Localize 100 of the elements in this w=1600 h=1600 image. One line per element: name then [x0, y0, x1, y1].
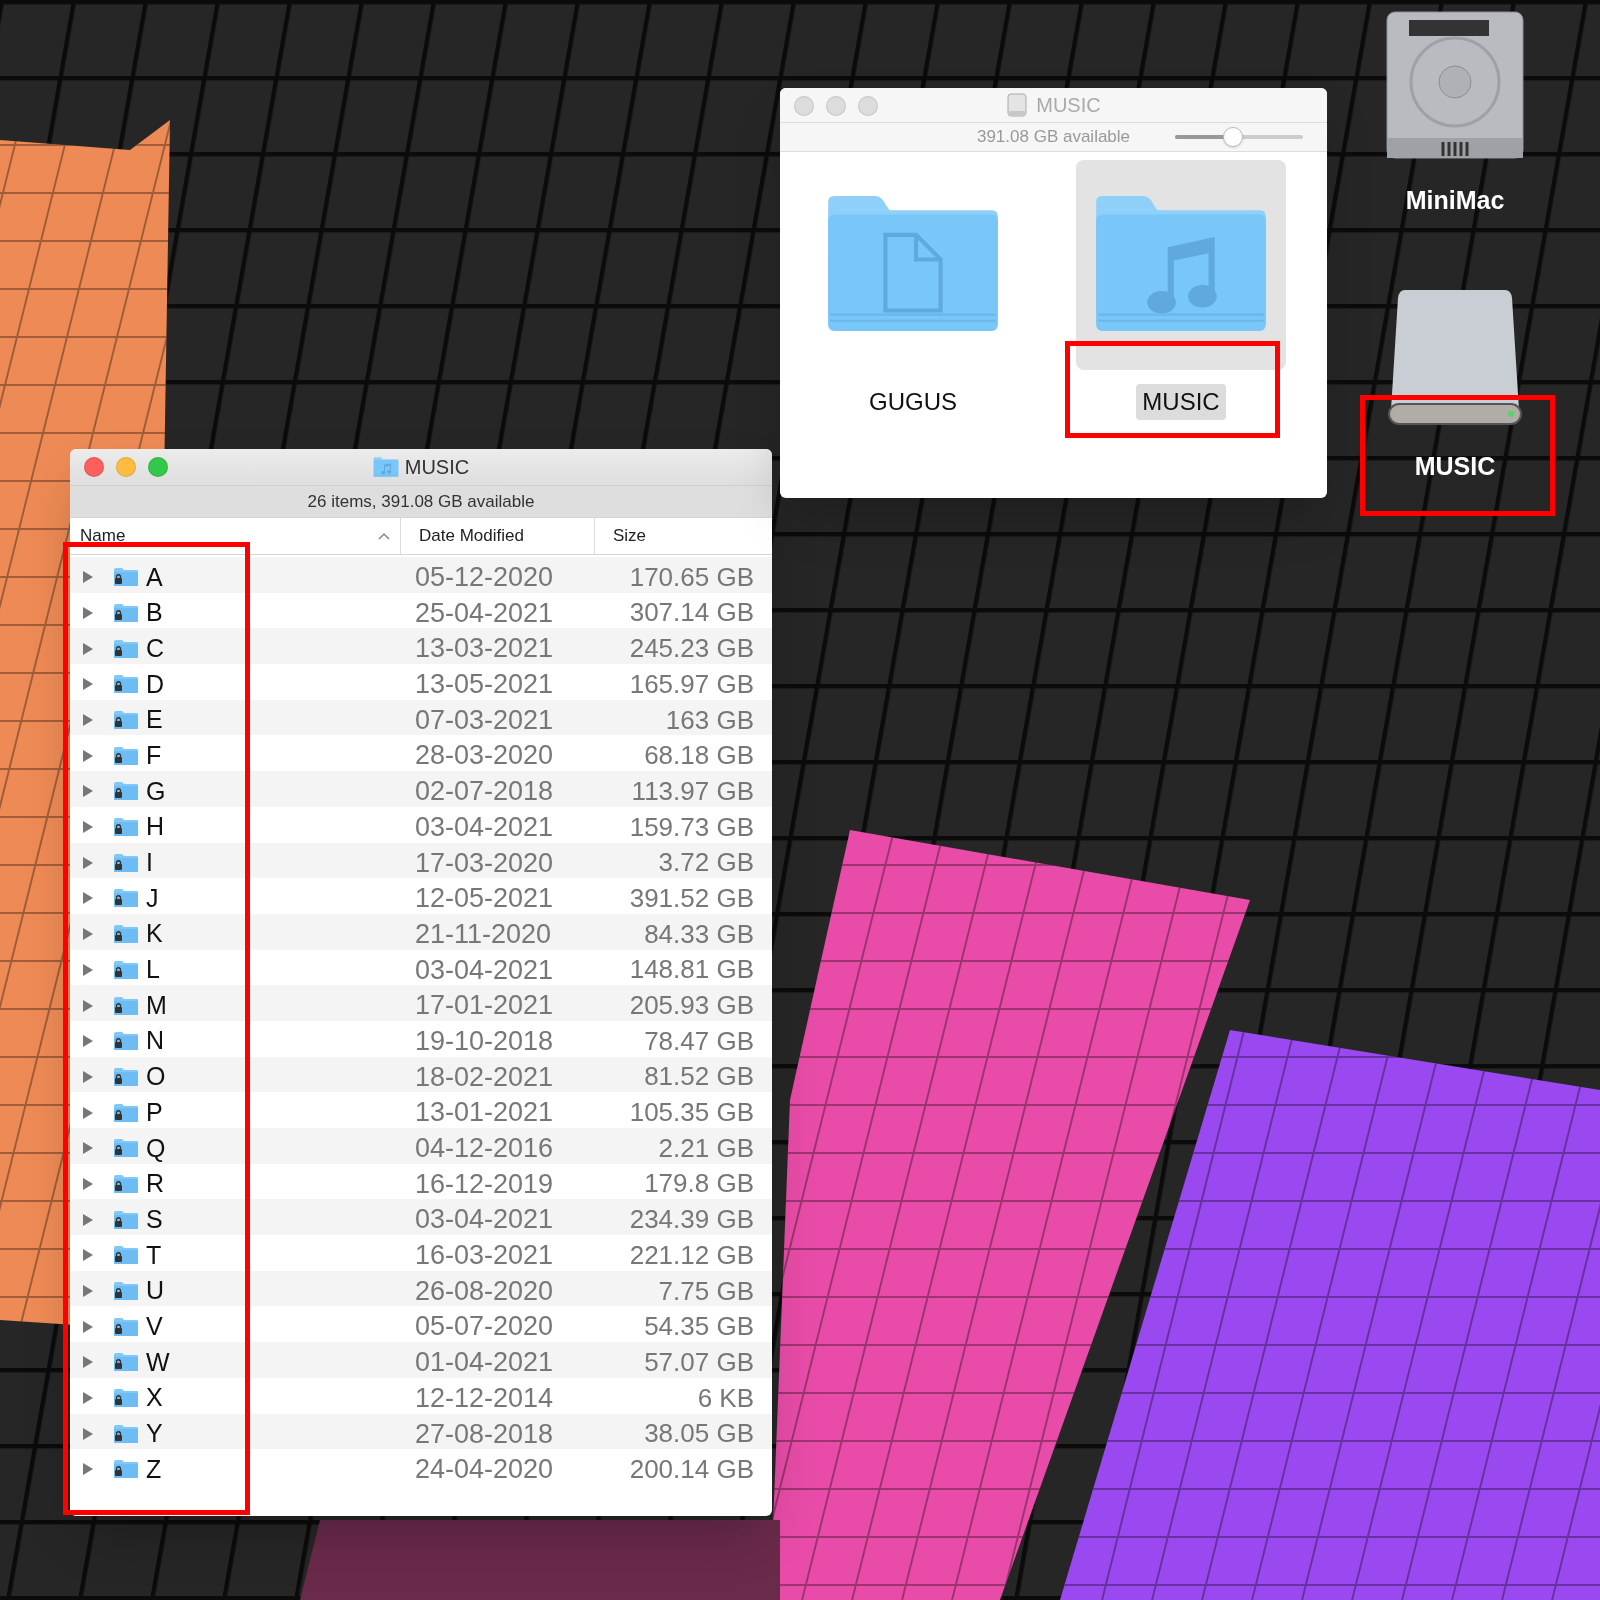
- file-row[interactable]: E 07-03-2021 163 GB: [70, 699, 772, 736]
- disclosure-triangle-icon[interactable]: [83, 1320, 93, 1333]
- size-cell-text: 57.07 GB: [643, 1345, 755, 1379]
- disclosure-triangle-icon[interactable]: [83, 1106, 93, 1119]
- date-cell-text: 02-07-2018: [414, 775, 555, 809]
- date-cell-text: 03-04-2021: [414, 1203, 555, 1237]
- locked-folder-icon: [113, 745, 139, 766]
- file-row[interactable]: F 28-03-2020 68.18 GB: [70, 735, 772, 772]
- disclosure-triangle-icon[interactable]: [83, 928, 93, 941]
- size-cell-text: 7.75 GB: [657, 1274, 755, 1308]
- slider-thumb[interactable]: [1222, 127, 1243, 147]
- disclosure-triangle-icon[interactable]: [83, 1142, 93, 1155]
- file-name: X: [146, 1382, 163, 1414]
- file-name: O: [146, 1061, 166, 1093]
- disclosure-triangle-icon[interactable]: [83, 1392, 93, 1405]
- date-cell-text: 03-04-2021: [414, 953, 555, 987]
- file-row[interactable]: J 12-05-2021 391.52 GB: [70, 878, 772, 914]
- disclosure-triangle-icon[interactable]: [83, 999, 93, 1012]
- file-row[interactable]: P 13-01-2021 105.35 GB: [70, 1092, 772, 1128]
- size-cell-text: 221.12 GB: [628, 1238, 755, 1272]
- file-row[interactable]: S 03-04-2021 234.39 GB: [70, 1199, 772, 1236]
- date-cell-text: 03-04-2021: [414, 810, 555, 844]
- file-row[interactable]: M 17-01-2021 205.93 GB: [70, 985, 772, 1021]
- size-cell-text: 245.23 GB: [628, 632, 755, 666]
- file-name: H: [146, 811, 165, 843]
- music-folder-icon: [1094, 194, 1268, 332]
- column-header[interactable]: Size: [594, 518, 772, 554]
- locked-folder-icon: [113, 1316, 139, 1337]
- date-cell-text: 12-05-2021: [414, 882, 555, 916]
- column-header[interactable]: Date Modified: [400, 518, 594, 554]
- file-row[interactable]: I 17-03-2020 3.72 GB: [70, 842, 772, 879]
- icon-size-slider[interactable]: [1175, 127, 1303, 147]
- disclosure-triangle-icon[interactable]: [83, 714, 93, 726]
- disclosure-triangle-icon[interactable]: [83, 642, 93, 655]
- locked-folder-icon: [113, 1066, 139, 1087]
- disclosure-triangle-icon[interactable]: [83, 1249, 93, 1262]
- locked-folder-icon: [113, 959, 139, 980]
- disclosure-triangle-icon[interactable]: [83, 1035, 93, 1048]
- disclosure-triangle-icon[interactable]: [83, 1356, 93, 1369]
- disclosure-triangle-icon[interactable]: [83, 1213, 93, 1226]
- file-row[interactable]: W 01-04-2021 57.07 GB: [70, 1342, 772, 1378]
- date-cell-text: 13-01-2021: [414, 1096, 555, 1130]
- file-row[interactable]: R 16-12-2019 179.8 GB: [70, 1163, 772, 1200]
- file-row[interactable]: D 13-05-2021 165.97 GB: [70, 664, 772, 700]
- locked-folder-icon: [113, 1459, 139, 1480]
- file-row[interactable]: H 03-04-2021 159.73 GB: [70, 806, 772, 843]
- size-cell-text: 78.47 GB: [643, 1024, 755, 1058]
- date-cell-text: 17-01-2021: [414, 989, 555, 1023]
- date-cell-text: 25-04-2021: [414, 596, 555, 630]
- close-button[interactable]: [84, 457, 104, 477]
- disclosure-triangle-icon[interactable]: [83, 856, 93, 869]
- desktop-icon-label[interactable]: MUSIC: [1414, 447, 1496, 485]
- size-cell-text: 105.35 GB: [628, 1096, 755, 1130]
- file-row[interactable]: N 19-10-2018 78.47 GB: [70, 1020, 772, 1057]
- file-row[interactable]: G 02-07-2018 113.97 GB: [70, 771, 772, 807]
- size-cell-text: 307.14 GB: [628, 596, 755, 630]
- file-row[interactable]: X 12-12-2014 6 KB: [70, 1377, 772, 1414]
- locked-folder-icon: [113, 1031, 139, 1052]
- disclosure-triangle-icon[interactable]: [83, 1285, 93, 1297]
- file-row[interactable]: K 21-11-2020 84.33 GB: [70, 913, 772, 950]
- status-text: 26 items, 391.08 GB available: [307, 490, 535, 513]
- date-cell-text: 17-03-2020: [414, 846, 555, 880]
- file-row[interactable]: B 25-04-2021 307.14 GB: [70, 592, 772, 629]
- disclosure-triangle-icon[interactable]: [83, 1070, 93, 1083]
- date-cell-text: 16-12-2019: [414, 1167, 555, 1201]
- file-row[interactable]: L 03-04-2021 148.81 GB: [70, 949, 772, 986]
- file-name: B: [146, 597, 163, 629]
- file-row[interactable]: Y 27-08-2018 38.05 GB: [70, 1413, 772, 1450]
- disclosure-triangle-icon[interactable]: [83, 1177, 93, 1190]
- date-cell-text: 27-08-2018: [414, 1417, 555, 1451]
- file-row[interactable]: O 18-02-2021 81.52 GB: [70, 1056, 772, 1093]
- locked-folder-icon: [113, 602, 139, 623]
- file-row[interactable]: A 05-12-2020 170.65 GB: [70, 557, 772, 593]
- locked-folder-icon: [113, 1352, 139, 1373]
- disclosure-triangle-icon[interactable]: [83, 606, 93, 619]
- disclosure-triangle-icon[interactable]: [83, 678, 93, 691]
- file-name: S: [146, 1203, 163, 1235]
- size-cell-text: 84.33 GB: [643, 917, 755, 951]
- file-row[interactable]: U 26-08-2020 7.75 GB: [70, 1270, 772, 1307]
- disclosure-triangle-icon[interactable]: [83, 749, 93, 762]
- locked-folder-icon: [113, 995, 139, 1016]
- file-row[interactable]: T 16-03-2021 221.12 GB: [70, 1235, 772, 1271]
- disclosure-triangle-icon[interactable]: [83, 785, 93, 798]
- size-cell-text: 170.65 GB: [628, 560, 755, 594]
- disclosure-triangle-icon[interactable]: [83, 571, 93, 584]
- file-row[interactable]: Q 04-12-2016 2.21 GB: [70, 1128, 772, 1164]
- window-title: MUSIC: [1036, 93, 1101, 118]
- zoom-button[interactable]: [148, 457, 168, 477]
- disclosure-triangle-icon[interactable]: [83, 963, 93, 976]
- disclosure-triangle-icon[interactable]: [83, 1427, 93, 1440]
- file-row[interactable]: V 05-07-2020 54.35 GB: [70, 1306, 772, 1343]
- desktop-icon-label[interactable]: MiniMac: [1405, 182, 1505, 220]
- disclosure-triangle-icon[interactable]: [83, 892, 93, 905]
- file-row[interactable]: C 13-03-2021 245.23 GB: [70, 628, 772, 665]
- column-header[interactable]: Name: [70, 518, 400, 554]
- file-name: D: [146, 668, 165, 700]
- date-cell-text: 04-12-2016: [414, 1132, 555, 1165]
- disclosure-triangle-icon[interactable]: [83, 1463, 93, 1476]
- disclosure-triangle-icon[interactable]: [83, 821, 93, 834]
- file-row[interactable]: Z 24-04-2020 200.14 GB: [70, 1449, 772, 1485]
